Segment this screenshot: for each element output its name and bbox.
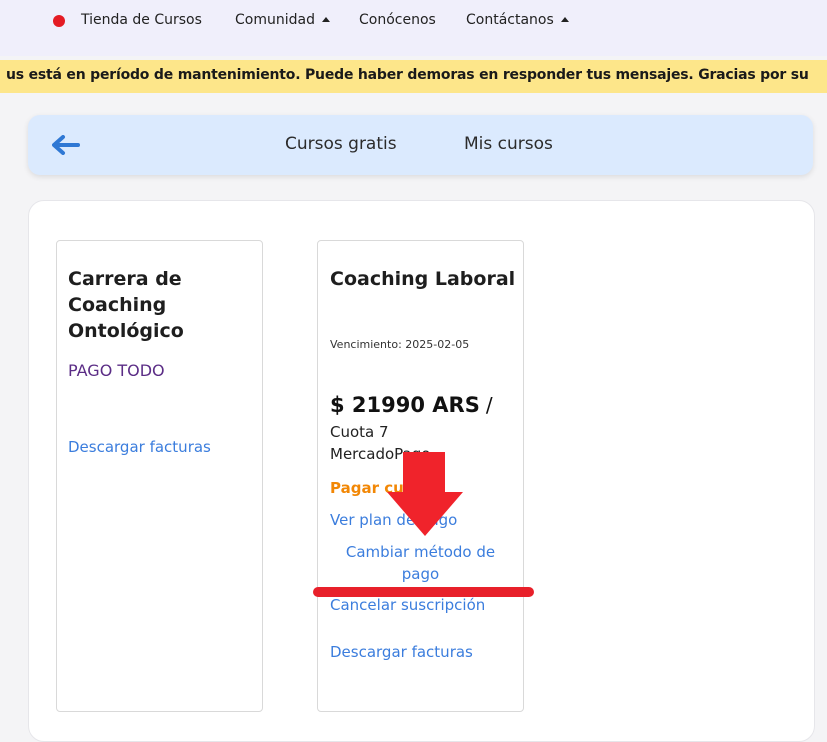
price-amount: $ 21990 ARS (330, 393, 480, 417)
nav-item-community[interactable]: Comunidad (235, 12, 330, 28)
course-title: Coaching Laboral (330, 268, 516, 290)
sub-nav: Cursos gratis Mis cursos (28, 115, 813, 175)
price-separator: / (485, 393, 493, 417)
change-payment-method-link[interactable]: Cambiar método de pago (318, 541, 523, 585)
course-title-line: Coaching (68, 294, 167, 316)
banner-text: us está en período de mantenimiento. Pue… (6, 67, 809, 83)
top-nav: Tienda de Cursos Comunidad Conócenos Con… (0, 0, 827, 56)
download-invoices-link[interactable]: Descargar facturas (330, 643, 473, 661)
nav-item-about[interactable]: Conócenos (359, 12, 436, 28)
change-method-line: pago (401, 565, 440, 583)
payment-status: PAGO TODO (68, 361, 165, 380)
back-arrow-icon[interactable] (52, 135, 80, 155)
caret-up-icon (560, 17, 569, 22)
maintenance-banner: us está en período de mantenimiento. Pue… (0, 60, 827, 93)
cancel-subscription-link[interactable]: Cancelar suscripción (330, 596, 485, 614)
course-title-line: Carrera de (68, 268, 182, 290)
course-card: Carrera de Coaching Ontológico PAGO TODO… (56, 240, 263, 712)
nav-item-label: Contáctanos (466, 12, 554, 28)
nav-item-contact[interactable]: Contáctanos (466, 12, 569, 28)
annotation-underline (313, 587, 534, 597)
tab-free-courses[interactable]: Cursos gratis (285, 134, 397, 154)
nav-item-store[interactable]: Tienda de Cursos (81, 12, 202, 28)
course-title-line: Ontológico (68, 320, 184, 342)
nav-item-label: Comunidad (235, 12, 315, 28)
annotation-arrow-icon (387, 452, 463, 536)
expiry-date: Vencimiento: 2025-02-05 (330, 338, 470, 351)
store-dot-icon (53, 15, 65, 27)
course-title: Carrera de Coaching Ontológico (68, 266, 184, 344)
caret-up-icon (321, 17, 330, 22)
download-invoices-link[interactable]: Descargar facturas (68, 438, 211, 456)
tab-my-courses[interactable]: Mis cursos (464, 134, 553, 154)
price: $ 21990 ARS / (330, 393, 493, 417)
installment-number: Cuota 7 (330, 423, 389, 441)
change-method-line: Cambiar método de (345, 543, 496, 561)
